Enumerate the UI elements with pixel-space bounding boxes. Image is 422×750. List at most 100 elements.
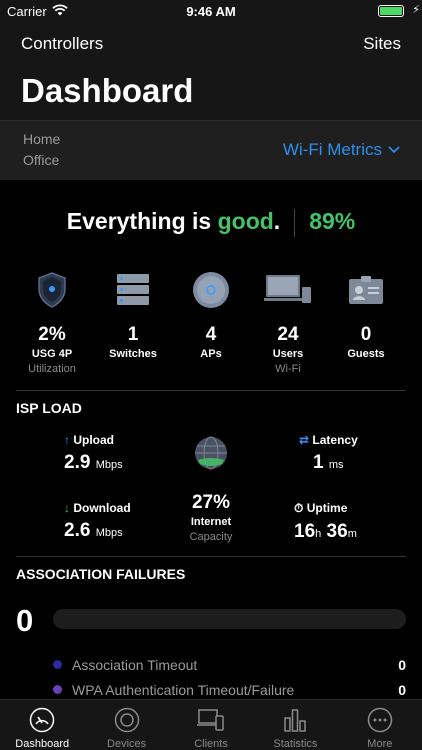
device-label: APs (200, 348, 222, 360)
dashboard-gauge-icon (0, 707, 84, 733)
legend-count: 0 (398, 682, 406, 698)
isp-globe (161, 436, 261, 475)
legend-dot (53, 660, 62, 669)
isp-latency: ⇄ Latency 1 ms (299, 433, 358, 474)
uptime-minutes-unit: m (347, 528, 357, 540)
uptime-label: Uptime (306, 501, 348, 515)
devices-circle-icon (84, 707, 168, 733)
upload-value: 2.9 (64, 452, 91, 473)
latency-value: 1 (313, 452, 324, 473)
more-dots-icon (338, 707, 422, 733)
device-switches[interactable]: 1 Switches (93, 268, 173, 363)
device-gateway[interactable]: 2% USG 4P Utilization (12, 268, 92, 375)
site-subtitle: Office (23, 152, 60, 168)
device-value: 2% (38, 324, 66, 345)
globe-icon (195, 436, 227, 470)
chevron-down-icon (388, 146, 400, 154)
internet-value: 27% (191, 492, 231, 513)
uptime-hours: 16 (294, 521, 316, 542)
upload-label: Upload (73, 433, 115, 447)
legend-count: 0 (398, 657, 406, 673)
device-value: 1 (127, 324, 139, 345)
isp-internet-capacity: 27% Internet Capacity (161, 492, 261, 543)
access-point-icon (171, 268, 251, 312)
tab-label: Statistics (273, 738, 318, 750)
health-prefix: Everything is (66, 208, 218, 234)
health-divider (294, 208, 296, 237)
sites-button[interactable]: Sites (363, 34, 401, 54)
internet-sub: Capacity (189, 531, 233, 543)
tab-bar: Dashboard Devices Clients Statistics Mor… (0, 699, 422, 750)
stopwatch-icon: ⏱ (294, 501, 304, 515)
page-title: Dashboard (21, 72, 194, 109)
latency-unit: ms (328, 459, 344, 471)
internet-label: Internet (190, 516, 232, 528)
device-aps[interactable]: 4 APs (171, 268, 251, 363)
metric-selector[interactable]: Wi-Fi Metrics (283, 140, 400, 160)
upload-unit: Mbps (95, 459, 123, 471)
download-value: 2.6 (64, 520, 91, 541)
divider (16, 556, 406, 557)
battery-icon (378, 5, 404, 17)
status-bar: Carrier 9:46 AM ⚡ (0, 0, 422, 24)
arrow-down-icon: ↓ (64, 501, 70, 515)
isp-uptime: ⏱ Uptime 16h 36m (294, 501, 357, 543)
charging-icon: ⚡ (412, 4, 420, 16)
device-label: Switches (109, 348, 157, 360)
legend-label: Association Timeout (72, 657, 198, 673)
tab-statistics[interactable]: Statistics (253, 700, 337, 750)
arrow-up-icon: ↑ (64, 433, 70, 447)
tab-dashboard[interactable]: Dashboard (0, 700, 84, 750)
health-status: good (217, 208, 274, 234)
device-sub: Utilization (28, 363, 76, 375)
switch-icon (93, 268, 173, 312)
controllers-button[interactable]: Controllers (21, 34, 103, 54)
health-percent: 89% (309, 208, 356, 234)
latency-icon: ⇄ (299, 433, 310, 447)
tab-more[interactable]: More (338, 700, 422, 750)
health-suffix: . (273, 208, 281, 234)
association-failures-bar (53, 609, 406, 629)
isp-download: ↓ Download 2.6 Mbps (64, 501, 131, 542)
clients-icon (169, 707, 253, 733)
device-label: Users (272, 348, 304, 360)
clock: 9:46 AM (186, 4, 236, 19)
navigation-bar: Controllers Sites Dashboard (0, 24, 422, 120)
device-label: USG 4P (31, 348, 73, 360)
uptime-minutes: 36 (326, 521, 348, 542)
site-name: Home (23, 131, 61, 147)
device-value: 4 (205, 324, 217, 345)
device-label: Guests (347, 348, 385, 360)
uptime-hours-unit: h (315, 528, 322, 540)
device-sub: Wi-Fi (275, 363, 301, 375)
laptop-icon (248, 268, 328, 312)
legend-item: WPA Authentication Timeout/Failure 0 (53, 682, 406, 698)
tab-clients[interactable]: Clients (169, 700, 253, 750)
isp-upload: ↑ Upload 2.9 Mbps (64, 433, 123, 474)
latency-label: Latency (312, 433, 358, 447)
site-header: Home Office Wi-Fi Metrics (0, 120, 422, 180)
health-summary: Everything is good. 89% (0, 208, 422, 237)
legend-label: WPA Authentication Timeout/Failure (72, 682, 295, 698)
device-guests[interactable]: 0 Guests (326, 268, 406, 363)
isp-load-title: ISP LOAD (16, 400, 82, 416)
association-failures-total: 0 (16, 603, 34, 638)
tab-label: More (367, 738, 393, 750)
tab-label: Devices (107, 738, 147, 750)
divider (16, 390, 406, 391)
statistics-bars-icon (253, 707, 337, 733)
legend-dot (53, 685, 62, 694)
metric-selector-label: Wi-Fi Metrics (282, 140, 382, 159)
device-value: 0 (360, 324, 372, 345)
guest-badge-icon (326, 268, 406, 312)
tab-devices[interactable]: Devices (84, 700, 168, 750)
shield-icon (12, 268, 92, 312)
device-users[interactable]: 24 Users Wi-Fi (248, 268, 328, 375)
tab-label: Dashboard (15, 738, 70, 750)
association-failures-title: ASSOCIATION FAILURES (16, 566, 186, 582)
device-value: 24 (277, 324, 299, 345)
legend-item: Association Timeout 0 (53, 657, 406, 673)
download-unit: Mbps (95, 527, 123, 539)
tab-label: Clients (194, 738, 228, 750)
device-summary: 2% USG 4P Utilization 1 Switches 4 APs 2… (0, 268, 422, 388)
